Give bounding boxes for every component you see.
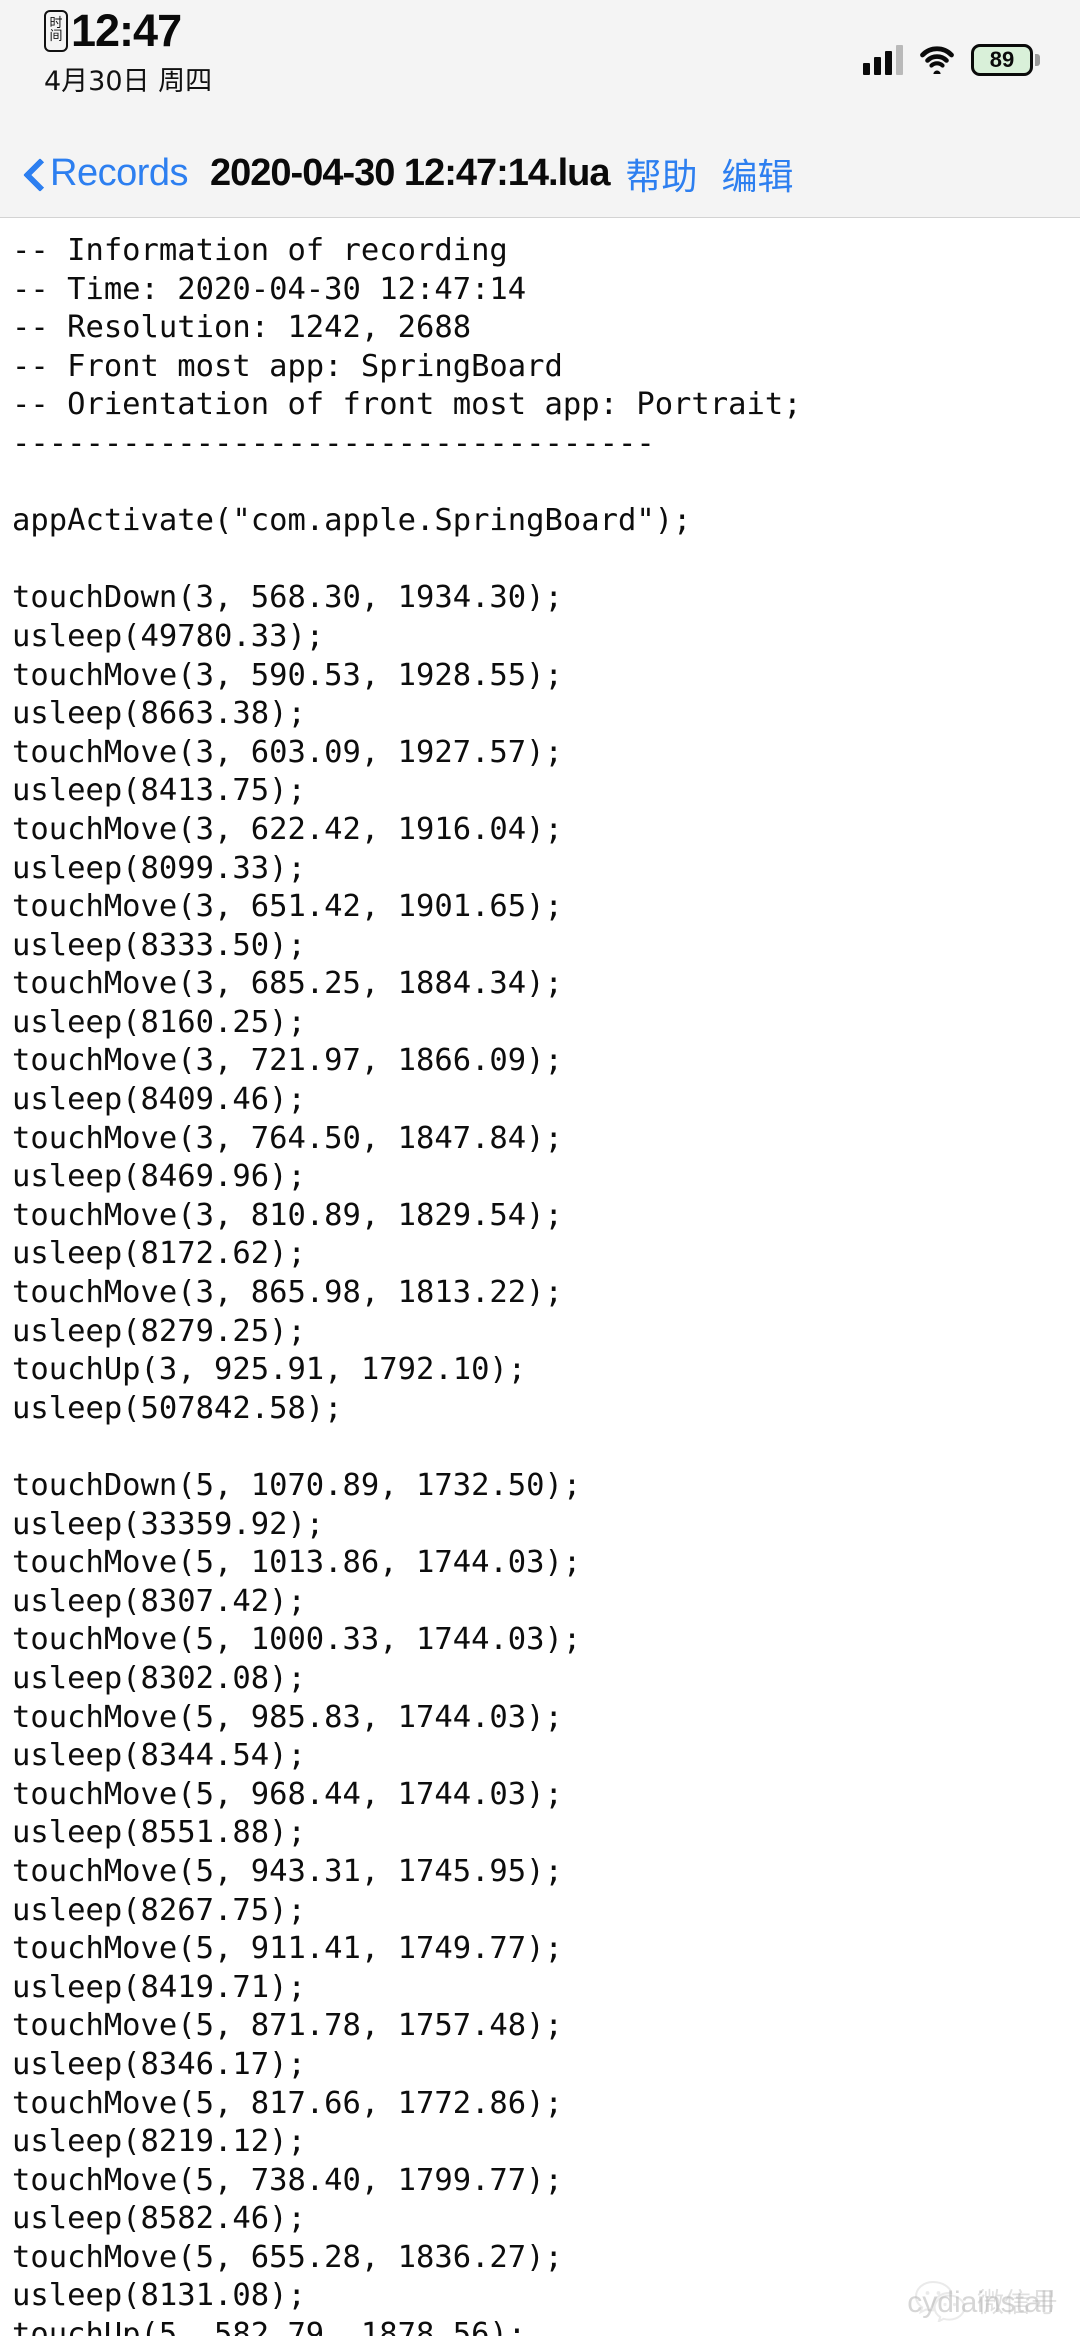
code-line: touchMove(5, 968.44, 1744.03); [12,1776,563,1812]
wifi-icon [919,46,955,74]
back-button-label: Records [50,152,189,194]
status-bar-time: 12:47 [71,5,182,56]
code-line: touchMove(5, 738.40, 1799.77); [12,2162,563,2198]
code-line: touchMove(3, 721.97, 1866.09); [12,1043,563,1079]
code-line: touchMove(5, 817.66, 1772.86); [12,2085,563,2121]
code-line: usleep(8419.71); [12,1969,306,2005]
code-line: usleep(8131.08); [12,2278,306,2314]
code-line: touchMove(5, 1013.86, 1744.03); [12,1545,582,1581]
code-line: usleep(33359.92); [12,1506,325,1542]
code-line: usleep(8582.46); [12,2201,306,2237]
code-line: touchMove(5, 655.28, 1836.27); [12,2239,563,2275]
page-title: 2020-04-30 12:47:14.lua [210,152,611,194]
code-line: usleep(8413.75); [12,773,306,809]
code-line: -- Resolution: 1242, 2688 [12,310,472,346]
edit-button[interactable]: 编辑 [722,148,794,200]
code-line: usleep(8279.25); [12,1313,306,1349]
code-line: usleep(8469.96); [12,1159,306,1195]
help-button[interactable]: 帮助 [626,148,698,200]
navigation-actions: 帮助 编辑 [626,148,794,200]
code-line: usleep(8160.25); [12,1004,306,1040]
code-line: -- Time: 2020-04-30 12:47:14 [12,271,527,307]
code-line: usleep(8307.42); [12,1583,306,1619]
code-editor[interactable]: -- Information of recording -- Time: 2020… [0,218,1080,2336]
phone-screen: 时 间 12:47 4月30日 周四 89 Records 2020-04-30… [0,0,1080,2337]
back-button[interactable]: Records [22,152,189,195]
code-line: touchDown(3, 568.30, 1934.30); [12,580,563,616]
code-line: usleep(8219.12); [12,2124,306,2160]
code-line: usleep(8663.38); [12,696,306,732]
code-line: touchUp(5, 582.79, 1878.56); [12,2317,527,2336]
code-line: usleep(8302.08); [12,1660,306,1696]
code-line: touchMove(5, 985.83, 1744.03); [12,1699,563,1735]
code-line: touchUp(3, 925.91, 1792.10); [12,1352,527,1388]
code-line: touchMove(3, 685.25, 1884.34); [12,966,563,1002]
status-bar-right: 89 [863,44,1040,76]
clock-row: 时 间 12:47 [44,5,182,56]
code-line: usleep(8346.17); [12,2046,306,2082]
code-line: touchMove(3, 603.09, 1927.57); [12,734,563,770]
battery-cap [1035,54,1040,66]
code-line: touchMove(3, 651.42, 1901.65); [12,889,563,925]
code-line: usleep(8344.54); [12,1738,306,1774]
code-lines[interactable]: -- Information of recording -- Time: 2020… [12,232,1080,2336]
code-line: touchMove(5, 1000.33, 1744.03); [12,1622,582,1658]
code-line: touchMove(3, 764.50, 1847.84); [12,1120,563,1156]
chevron-left-icon [22,156,44,192]
code-line: appActivate("com.apple.SpringBoard"); [12,503,692,539]
code-line: usleep(49780.33); [12,618,325,654]
code-line: usleep(8099.33); [12,850,306,886]
time-badge-char-2: 间 [49,28,63,44]
navigation-bar: Records 2020-04-30 12:47:14.lua 帮助 编辑 [0,130,1080,218]
code-line: usleep(8333.50); [12,927,306,963]
code-line: -- Information of recording [12,233,508,268]
code-line: usleep(507842.58); [12,1390,343,1426]
code-line: touchMove(5, 943.31, 1745.95); [12,1853,563,1889]
code-line: -- Front most app: SpringBoard [12,348,563,384]
code-line: touchMove(3, 622.42, 1916.04); [12,811,563,847]
status-bar-date: 4月30日 周四 [44,66,213,97]
code-line: ----------------------------------- [12,425,655,461]
code-line: touchDown(5, 1070.89, 1732.50); [12,1468,582,1503]
battery-icon: 89 [971,44,1040,76]
code-line: -- Orientation of front most app: Portra… [12,387,802,423]
code-line: touchMove(5, 911.41, 1749.77); [12,1931,563,1967]
code-line: touchMove(5, 871.78, 1757.48); [12,2008,563,2044]
code-line: usleep(8551.88); [12,1815,306,1851]
status-bar: 时 间 12:47 4月30日 周四 89 [0,0,1080,130]
code-line: usleep(8267.75); [12,1892,306,1928]
time-label-badge: 时 间 [44,9,68,52]
code-line: touchMove(3, 865.98, 1813.22); [12,1275,563,1311]
status-bar-left: 时 间 12:47 4月30日 周四 [44,8,212,98]
battery-level-text: 89 [971,44,1033,76]
code-line: usleep(8409.46); [12,1082,306,1118]
cellular-signal-icon [863,45,903,75]
code-line: touchMove(3, 590.53, 1928.55); [12,657,563,693]
code-line: usleep(8172.62); [12,1236,306,1272]
code-line: touchMove(3, 810.89, 1829.54); [12,1197,563,1233]
